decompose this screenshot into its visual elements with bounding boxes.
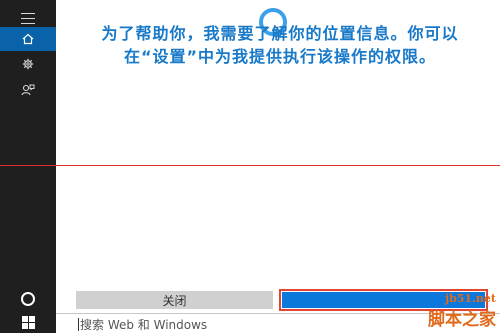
gear-icon[interactable] — [0, 52, 56, 76]
start-button[interactable] — [0, 312, 56, 333]
left-rail — [0, 0, 56, 333]
close-button[interactable]: 关闭 — [76, 291, 273, 309]
windows-logo-icon — [21, 316, 35, 329]
cortana-circle-icon[interactable] — [21, 292, 35, 306]
watermark-url: jb51.net — [445, 292, 496, 305]
watermark-name: 脚本之家 — [428, 310, 496, 330]
search-placeholder: 搜索 Web 和 Windows — [80, 317, 208, 332]
home-icon[interactable] — [0, 27, 56, 51]
divider-line — [0, 165, 500, 166]
text-caret — [78, 317, 79, 331]
cortana-message: 为了帮助你，我需要了解你的位置信息。你可以在“设置”中为我提供执行该操作的权限。 — [101, 24, 459, 66]
watermark: jb51.net 脚本之家 — [428, 292, 496, 330]
cortana-window: 为了帮助你，我需要了解你的位置信息。你可以在“设置”中为我提供执行该操作的权限。… — [0, 0, 500, 333]
feedback-icon[interactable] — [0, 78, 56, 102]
